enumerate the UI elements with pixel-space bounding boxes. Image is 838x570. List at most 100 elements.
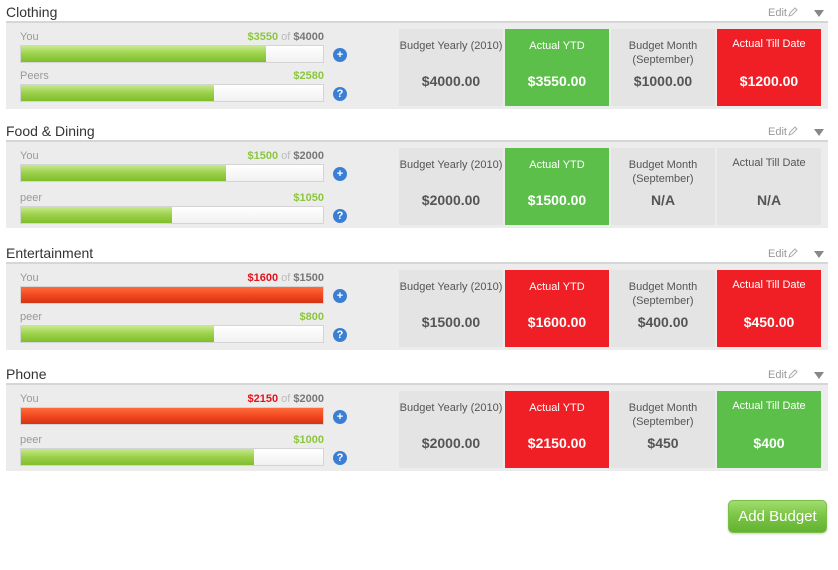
help-icon[interactable]: ?	[333, 209, 347, 223]
category-title: Phone	[6, 366, 47, 382]
you-progress-bar	[20, 164, 324, 182]
box-label: Budget Yearly (2010)	[399, 40, 503, 52]
budget-month-box: Budget Month (September) $1000.00	[611, 29, 715, 106]
category-header: Food & Dining Edit	[6, 119, 828, 142]
you-amount: $1600	[247, 272, 279, 284]
box-value: $400	[753, 435, 785, 451]
edit-link[interactable]: Edit	[768, 7, 798, 19]
budget-month-box: Budget Month (September) $450	[611, 391, 715, 468]
target-amount: $1500	[293, 272, 324, 284]
you-amount-text: $1500 of $2000	[248, 150, 325, 162]
you-amount: $2150	[247, 393, 279, 405]
category-title: Clothing	[6, 4, 58, 20]
add-icon[interactable]: +	[333, 410, 347, 424]
category-header: Clothing Edit	[6, 0, 828, 23]
budget-category: Entertainment Edit You $1600 of $1500 pe…	[6, 241, 828, 351]
collapse-toggle-icon[interactable]	[814, 251, 824, 258]
box-value: $450.00	[743, 314, 795, 330]
help-icon[interactable]: ?	[333, 328, 347, 342]
you-progress-fill	[21, 287, 323, 303]
edit-link[interactable]: Edit	[768, 369, 798, 381]
actual-ytd-box: Actual YTD $1500.00	[505, 148, 609, 225]
category-body: You $1500 of $2000 peer $1050 + ? Budget…	[6, 142, 828, 228]
box-label: Budget Month (September)	[628, 40, 698, 66]
budget-yearly-box: Budget Yearly (2010) $4000.00	[399, 29, 503, 106]
box-value: $4000.00	[421, 73, 481, 89]
peer-label: peer	[20, 434, 43, 446]
box-value: $2000.00	[421, 192, 481, 208]
you-amount-text: $3550 of $4000	[248, 31, 325, 43]
box-label: Budget Month (September)	[628, 159, 698, 185]
target-amount: $2000	[293, 393, 324, 405]
collapse-toggle-icon[interactable]	[814, 129, 824, 136]
box-label: Budget Yearly (2010)	[399, 281, 503, 293]
peer-progress-fill	[21, 85, 215, 101]
of-text: of	[281, 272, 291, 284]
budget-category: Clothing Edit You $3550 of $4000 Peers $…	[6, 0, 828, 110]
target-amount: $4000	[293, 31, 324, 43]
peer-progress-fill	[21, 326, 215, 342]
add-icon[interactable]: +	[333, 289, 347, 303]
category-body: You $2150 of $2000 peer $1000 + ? Budget…	[6, 385, 828, 471]
pencil-icon[interactable]	[788, 126, 798, 136]
edit-label[interactable]: Edit	[768, 7, 787, 19]
actual-till-date-box: Actual Till Date $1200.00	[717, 29, 821, 106]
actual-ytd-box: Actual YTD $1600.00	[505, 270, 609, 347]
actual-till-date-box: Actual Till Date $450.00	[717, 270, 821, 347]
peer-progress-bar	[20, 325, 324, 343]
peer-amount: $800	[299, 311, 324, 323]
box-value: N/A	[756, 192, 782, 208]
you-progress-bar	[20, 45, 324, 63]
peer-progress-bar	[20, 206, 324, 224]
add-icon[interactable]: +	[333, 48, 347, 62]
summary-boxes: Budget Yearly (2010) $1500.00 Actual YTD $…	[399, 270, 823, 347]
add-icon[interactable]: +	[333, 167, 347, 181]
box-value: $1500.00	[527, 192, 587, 208]
pencil-icon[interactable]	[788, 248, 798, 258]
peer-progress-fill	[21, 207, 172, 223]
help-icon[interactable]: ?	[333, 451, 347, 465]
box-label: Budget Month (September)	[628, 281, 698, 307]
actual-till-date-box: Actual Till Date $400	[717, 391, 821, 468]
box-value: $2000.00	[421, 435, 481, 451]
box-value: $450	[647, 435, 679, 451]
help-icon[interactable]: ?	[333, 87, 347, 101]
collapse-toggle-icon[interactable]	[814, 10, 824, 17]
edit-label[interactable]: Edit	[768, 369, 787, 381]
box-label: Budget Yearly (2010)	[399, 159, 503, 171]
category-title: Food & Dining	[6, 123, 95, 139]
budget-yearly-box: Budget Yearly (2010) $1500.00	[399, 270, 503, 347]
edit-label[interactable]: Edit	[768, 248, 787, 260]
actual-till-date-box: Actual Till Date N/A	[717, 148, 821, 225]
box-value: $1600.00	[527, 314, 587, 330]
box-label: Actual Till Date	[732, 400, 806, 412]
of-text: of	[281, 150, 291, 162]
add-budget-button[interactable]: Add Budget	[728, 500, 827, 533]
actual-ytd-box: Actual YTD $3550.00	[505, 29, 609, 106]
box-label: Actual Till Date	[732, 38, 806, 50]
pencil-icon[interactable]	[788, 7, 798, 17]
edit-label[interactable]: Edit	[768, 126, 787, 138]
you-progress-fill	[21, 46, 266, 62]
edit-link[interactable]: Edit	[768, 126, 798, 138]
peer-amount: $1050	[293, 192, 324, 204]
category-body: You $1600 of $1500 peer $800 + ? Budget …	[6, 264, 828, 350]
box-label: Actual YTD	[529, 159, 585, 171]
box-value: $3550.00	[527, 73, 587, 89]
you-amount: $3550	[247, 31, 279, 43]
you-amount-text: $2150 of $2000	[248, 393, 325, 405]
budget-month-box: Budget Month (September) $400.00	[611, 270, 715, 347]
category-header: Entertainment Edit	[6, 241, 828, 264]
edit-link[interactable]: Edit	[768, 248, 798, 260]
box-label: Budget Yearly (2010)	[399, 402, 503, 414]
peer-label: peer	[20, 192, 43, 204]
of-text: of	[281, 393, 291, 405]
collapse-toggle-icon[interactable]	[814, 372, 824, 379]
actual-ytd-box: Actual YTD $2150.00	[505, 391, 609, 468]
budget-category: Food & Dining Edit You $1500 of $2000 pe…	[6, 119, 828, 229]
box-label: Actual Till Date	[732, 279, 806, 291]
pencil-icon[interactable]	[788, 369, 798, 379]
box-label: Actual YTD	[529, 40, 585, 52]
you-label: You	[20, 150, 39, 162]
peer-label: peer	[20, 311, 43, 323]
